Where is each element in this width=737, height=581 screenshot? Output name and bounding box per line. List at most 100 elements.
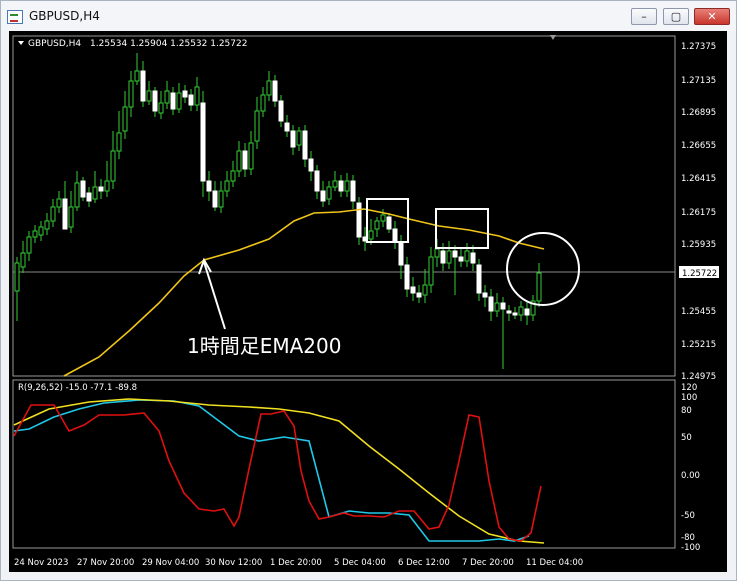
bear-candle bbox=[80, 180, 86, 198]
maximize-button[interactable]: ▢ bbox=[663, 8, 689, 25]
bull-candle bbox=[32, 230, 38, 238]
bull-candle bbox=[332, 180, 338, 188]
bull-candle bbox=[536, 272, 542, 302]
bull-candle bbox=[344, 180, 350, 192]
bull-candle bbox=[104, 180, 110, 192]
indicator-panel-border bbox=[12, 379, 676, 549]
minimize-button[interactable]: – bbox=[631, 8, 657, 25]
bull-candle bbox=[128, 80, 134, 108]
symbol-label: GBPUSD,H4 bbox=[28, 39, 81, 49]
bear-candle bbox=[350, 180, 356, 202]
bull-candle bbox=[164, 90, 170, 104]
price-axis: 1.27375 1.27135 1.26895 1.26655 1.26415 … bbox=[679, 42, 719, 382]
indicator-tick: -80 bbox=[681, 533, 695, 543]
bear-candle bbox=[284, 122, 290, 132]
time-tick: 1 Dec 20:00 bbox=[270, 558, 322, 568]
bull-candle bbox=[158, 102, 164, 114]
bull-candle bbox=[296, 130, 302, 146]
bear-candle bbox=[416, 292, 422, 298]
bear-candle bbox=[86, 192, 92, 202]
bull-candle bbox=[218, 190, 224, 208]
bear-candle bbox=[512, 312, 518, 316]
bear-candle bbox=[356, 202, 362, 238]
title-bar[interactable]: GBPUSD,H4 – ▢ ✕ bbox=[1, 1, 736, 31]
bear-candle bbox=[62, 198, 68, 230]
close-button[interactable]: ✕ bbox=[694, 8, 730, 25]
time-tick: 6 Dec 12:00 bbox=[398, 558, 450, 568]
bear-candle bbox=[386, 216, 392, 230]
indicator-tick: 0.00 bbox=[681, 471, 700, 481]
bull-candle bbox=[266, 80, 272, 96]
bull-candle bbox=[368, 230, 374, 240]
bull-candle bbox=[326, 186, 332, 200]
bull-candle bbox=[74, 182, 80, 208]
time-tick: 7 Dec 20:00 bbox=[462, 558, 514, 568]
bull-candle bbox=[68, 206, 74, 228]
ohlc-label: 1.25534 1.25904 1.25532 1.25722 bbox=[90, 39, 247, 49]
bear-candle bbox=[398, 242, 404, 266]
bull-candle bbox=[434, 248, 440, 258]
bear-candle bbox=[272, 80, 278, 102]
time-tick: 27 Nov 20:00 bbox=[77, 558, 134, 568]
bear-candle bbox=[182, 90, 188, 98]
bear-candle bbox=[458, 256, 464, 262]
bull-candle bbox=[56, 198, 62, 208]
price-tick: 1.24975 bbox=[681, 372, 716, 382]
indicator-tick: 80 bbox=[681, 406, 692, 416]
bull-candle bbox=[230, 170, 236, 182]
rsi-line-cyan bbox=[13, 399, 530, 542]
bear-candle bbox=[200, 102, 206, 182]
time-tick: 5 Dec 04:00 bbox=[334, 558, 386, 568]
price-tick: 1.26895 bbox=[681, 108, 716, 118]
bear-candle bbox=[482, 292, 488, 298]
bull-candle bbox=[446, 250, 452, 264]
bull-candle bbox=[14, 262, 20, 292]
bear-candle bbox=[278, 100, 284, 122]
bull-candle bbox=[176, 92, 182, 110]
time-tick: 24 Nov 2023 bbox=[14, 558, 68, 568]
bull-candle bbox=[224, 180, 230, 192]
time-axis: 24 Nov 2023 27 Nov 20:00 29 Nov 04:00 30… bbox=[14, 558, 583, 568]
bear-candle bbox=[392, 228, 398, 242]
bear-candle bbox=[404, 264, 410, 290]
bull-candle bbox=[380, 214, 386, 222]
bear-candle bbox=[452, 250, 458, 258]
bull-candle bbox=[116, 132, 122, 152]
bear-candle bbox=[140, 70, 146, 102]
current-price-value: 1.25722 bbox=[682, 269, 717, 279]
bear-candle bbox=[506, 310, 512, 314]
chart-canvas[interactable]: GBPUSD,H4 1.25534 1.25904 1.25532 1.2572… bbox=[9, 31, 727, 572]
chart-icon bbox=[7, 10, 23, 24]
price-tick: 1.26175 bbox=[681, 208, 716, 218]
bull-candle bbox=[236, 150, 242, 172]
bull-candle bbox=[26, 236, 32, 254]
annotation-label: 1時間足EMA200 bbox=[187, 334, 341, 358]
dropdown-icon[interactable] bbox=[18, 41, 24, 45]
price-tick: 1.25455 bbox=[681, 307, 716, 317]
bull-candle bbox=[464, 250, 470, 262]
bull-candle bbox=[254, 110, 260, 142]
bear-candle bbox=[476, 264, 482, 294]
highlight-circle bbox=[506, 232, 580, 306]
bull-candle bbox=[38, 226, 44, 236]
bear-candle bbox=[410, 286, 416, 294]
time-tick: 11 Dec 04:00 bbox=[526, 558, 583, 568]
time-tick: 30 Nov 12:00 bbox=[205, 558, 262, 568]
rsi-line-yellow bbox=[13, 398, 545, 544]
bull-candle bbox=[134, 70, 140, 82]
chart-window: GBPUSD,H4 – ▢ ✕ GBPUSD,H4 1.25534 1.2590… bbox=[0, 0, 737, 581]
bull-candle bbox=[146, 90, 152, 102]
bull-candle bbox=[194, 86, 200, 106]
price-tick: 1.26655 bbox=[681, 141, 716, 151]
chart-svg: GBPUSD,H4 1.25534 1.25904 1.25532 1.2572… bbox=[12, 35, 719, 568]
bull-candle bbox=[44, 220, 50, 230]
window-title: GBPUSD,H4 bbox=[29, 9, 100, 23]
indicator-tick: -100 bbox=[681, 543, 700, 553]
bear-candle bbox=[500, 302, 506, 310]
indicator-tick: -50 bbox=[681, 511, 695, 521]
bear-candle bbox=[242, 150, 248, 170]
bull-candle bbox=[260, 94, 266, 112]
price-tick: 1.25935 bbox=[681, 240, 716, 250]
bear-candle bbox=[98, 186, 104, 192]
price-tick: 1.27135 bbox=[681, 76, 716, 86]
